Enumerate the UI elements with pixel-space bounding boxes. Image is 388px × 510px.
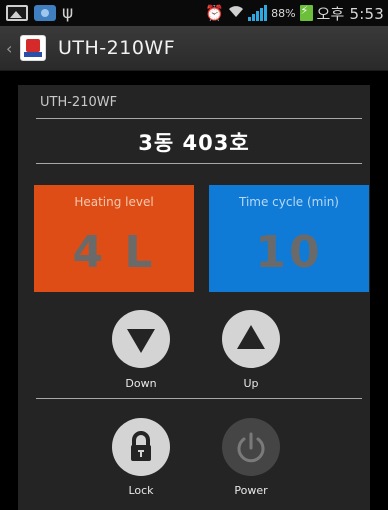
time-cycle-tile[interactable]: Time cycle (min) 10 xyxy=(209,185,369,292)
app-logo-icon[interactable] xyxy=(20,35,46,61)
power-button[interactable] xyxy=(222,418,280,476)
time-cycle-value: 10 xyxy=(255,227,323,278)
battery-charging-icon xyxy=(299,4,313,21)
heating-level-tile[interactable]: Heating level 4 L xyxy=(34,185,194,292)
clock: 오후 5:53 xyxy=(316,4,384,23)
divider xyxy=(36,163,362,164)
down-button[interactable] xyxy=(112,310,170,368)
gallery-icon xyxy=(6,5,28,21)
action-bar: ‹ UTH-210WF xyxy=(0,26,388,71)
app-title: UTH-210WF xyxy=(58,37,176,59)
divider xyxy=(36,118,362,119)
divider xyxy=(36,398,362,399)
device-name: UTH-210WF xyxy=(40,95,118,110)
status-bar: ψ ⏰ 88% 오후 5:53 xyxy=(0,0,388,26)
power-label: Power xyxy=(234,484,268,497)
power-icon xyxy=(237,432,265,463)
time-cycle-label: Time cycle (min) xyxy=(238,195,339,209)
usb-icon: ψ xyxy=(62,3,74,23)
heating-level-label: Heating level xyxy=(74,195,154,209)
room-name: 3동 403호 xyxy=(138,131,250,155)
camera-icon xyxy=(34,5,56,21)
triangle-down-icon xyxy=(127,329,155,353)
down-label: Down xyxy=(125,377,157,390)
wifi-icon xyxy=(228,4,244,22)
back-chevron-icon[interactable]: ‹ xyxy=(6,39,16,58)
content-area: UTH-210WF 3동 403호 Heating level 4 L Time… xyxy=(0,71,388,510)
up-label: Up xyxy=(243,377,259,390)
heating-level-value: 4 L xyxy=(72,227,156,278)
lock-button[interactable] xyxy=(112,418,170,476)
thermostat-panel: UTH-210WF 3동 403호 Heating level 4 L Time… xyxy=(18,85,370,510)
alarm-icon: ⏰ xyxy=(205,4,225,22)
up-button[interactable] xyxy=(222,310,280,368)
battery-percent: 88% xyxy=(271,6,296,20)
lock-icon xyxy=(131,431,151,461)
signal-icon xyxy=(248,5,268,21)
triangle-up-icon xyxy=(237,325,265,349)
lock-label: Lock xyxy=(128,484,154,497)
